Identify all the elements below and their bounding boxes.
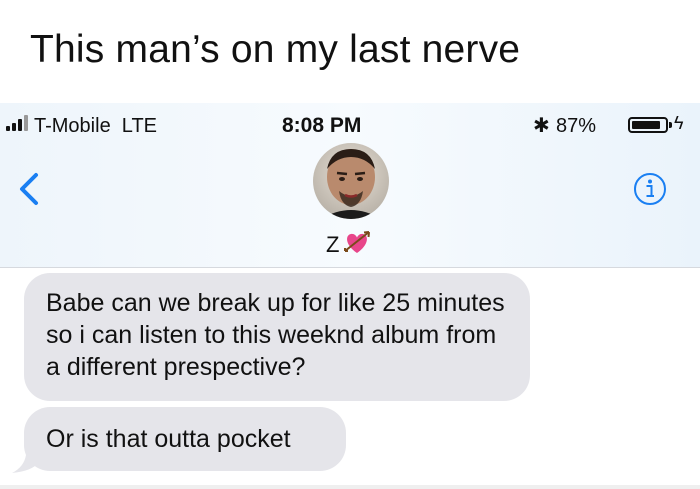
signal-strength-icon — [6, 115, 32, 131]
carrier-label: T-Mobile LTE — [34, 115, 157, 137]
conversation-header: T-Mobile LTE 8:08 PM ✱ 87% ϟ Z — [0, 103, 700, 268]
meme-caption: This man’s on my last nerve — [30, 28, 521, 71]
message-text: Or is that outta pocket — [46, 425, 291, 453]
contact-name-label: Z — [326, 232, 340, 257]
message-text: Babe can we break up for like 25 minutes… — [46, 289, 505, 381]
contact-name[interactable]: Z — [326, 229, 371, 261]
message-bubble-received[interactable]: Or is that outta pocket — [24, 407, 346, 471]
back-button[interactable] — [10, 169, 50, 209]
status-time: 8:08 PM — [282, 114, 362, 137]
info-icon — [634, 173, 666, 205]
heart-with-arrow-icon — [343, 229, 371, 261]
divider — [0, 485, 700, 489]
chevron-left-icon — [20, 173, 38, 205]
avatar[interactable] — [313, 143, 389, 219]
phone-screenshot: T-Mobile LTE 8:08 PM ✱ 87% ϟ Z Babe can … — [0, 103, 700, 489]
message-bubble-received[interactable]: Babe can we break up for like 25 minutes… — [24, 273, 530, 401]
charging-icon: ϟ — [674, 113, 684, 133]
battery-icon — [628, 117, 672, 133]
status-bar: T-Mobile LTE 8:08 PM ✱ 87% ϟ — [0, 111, 700, 139]
bluetooth-icon: ✱ — [533, 115, 550, 137]
contact-photo — [313, 143, 389, 219]
bubble-tail — [12, 441, 38, 473]
info-button[interactable] — [632, 171, 668, 207]
battery-percentage: 87% — [556, 115, 597, 137]
